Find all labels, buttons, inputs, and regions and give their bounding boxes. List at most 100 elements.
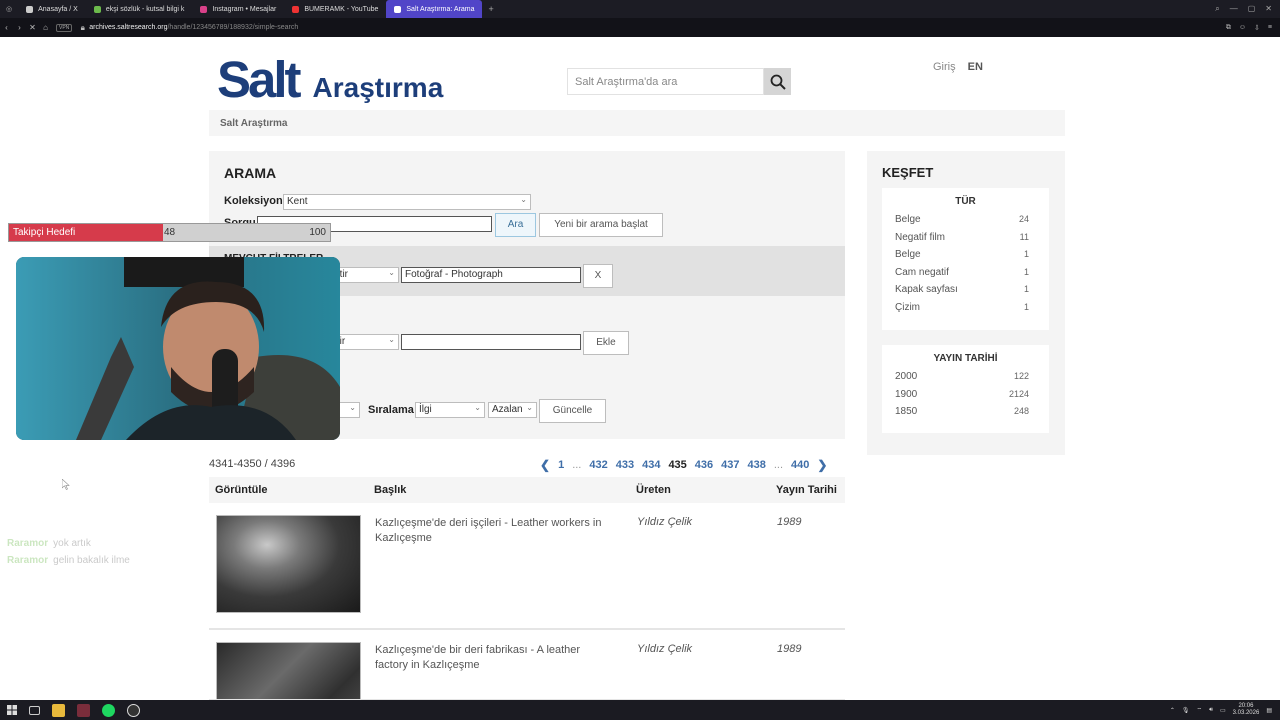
facet-item[interactable]: Kapak sayfası 1 xyxy=(882,284,1049,302)
network-icon[interactable]: ⌔ xyxy=(1197,706,1203,714)
download-icon[interactable]: ⇩ xyxy=(1254,24,1260,32)
search-title: ARAMA xyxy=(224,165,277,181)
facet-item[interactable]: Belge 24 xyxy=(882,214,1049,232)
type-facet: TÜR Belge 24 Negatif film 11 Belge 1 Cam ne… xyxy=(882,188,1049,330)
page-link[interactable]: 438 xyxy=(748,459,766,471)
pagination: ❮ 1 ... 432 433 434 435 436 437 438 ... … xyxy=(540,458,827,472)
add-filter-value-input[interactable] xyxy=(401,334,581,350)
home-icon[interactable]: ⌂ xyxy=(39,23,52,32)
collection-label: Koleksiyon xyxy=(224,195,283,207)
page-link[interactable]: 434 xyxy=(642,459,660,471)
page-link[interactable]: 432 xyxy=(589,459,607,471)
page-ellipsis: ... xyxy=(572,459,582,471)
back-icon[interactable]: ‹ xyxy=(0,23,13,32)
new-tab-button[interactable]: + xyxy=(482,4,499,14)
volume-icon[interactable]: 🔊︎ xyxy=(1209,707,1213,714)
tab-salt[interactable]: Salt Araştırma: Arama xyxy=(386,0,483,18)
reload-icon[interactable]: ✕ xyxy=(26,23,39,32)
browser-menu-icon[interactable]: ◎ xyxy=(0,5,18,13)
profile-icon[interactable]: ☺ xyxy=(1239,24,1246,32)
page-link[interactable]: 440 xyxy=(791,459,809,471)
menu-icon[interactable]: ≡ xyxy=(1268,24,1272,32)
site-search-input[interactable]: Salt Araştırma'da ara xyxy=(567,68,764,95)
result-title-link[interactable]: Kazlıçeşme'de bir deri fabrikası - A lea… xyxy=(375,643,605,673)
sort-order-select[interactable]: Azalan ⌄ xyxy=(488,402,537,418)
col-date: Yayın Tarihi xyxy=(776,484,837,496)
minimize-icon[interactable]: — xyxy=(1230,4,1238,14)
page-link[interactable]: 436 xyxy=(695,459,713,471)
page-link[interactable]: 437 xyxy=(721,459,739,471)
result-creator: Yıldız Çelik xyxy=(637,516,693,528)
chevron-down-icon: ⌄ xyxy=(526,403,533,412)
result-thumbnail[interactable] xyxy=(216,642,361,699)
tab-youtube[interactable]: BUMERAMK - YouTube xyxy=(284,0,386,18)
page-link[interactable]: 433 xyxy=(616,459,634,471)
browser-tab-bar: ◎ Anasayfa / X ekşi sözlük - kutsal bilg… xyxy=(0,0,1280,18)
page-link[interactable]: 1 xyxy=(558,459,564,471)
search-button[interactable]: Ara xyxy=(495,213,536,237)
browser-taskbar-icon[interactable] xyxy=(77,703,90,717)
maximize-icon[interactable]: ▢ xyxy=(1248,4,1256,14)
vpn-badge[interactable]: VPN xyxy=(56,23,73,32)
chat-message: Raramor gelin bakalık ilme xyxy=(7,555,130,566)
youtube-icon xyxy=(292,5,300,13)
facet-item[interactable]: Negatif film 11 xyxy=(882,232,1049,250)
lock-icon: 🔒︎ xyxy=(80,22,85,32)
remove-filter-button[interactable]: X xyxy=(583,264,613,288)
salt-logo[interactable]: Salt Araştırma xyxy=(217,54,443,105)
add-filter-button[interactable]: Ekle xyxy=(583,331,629,355)
facet-item[interactable]: Çizim 1 xyxy=(882,302,1049,320)
battery-icon[interactable]: ▭ xyxy=(1220,707,1226,714)
breadcrumb-home[interactable]: Salt Araştırma xyxy=(220,118,287,129)
col-title: Başlık xyxy=(374,484,407,496)
facet-item[interactable]: 2000 122 xyxy=(882,371,1049,389)
windows-start-icon[interactable] xyxy=(7,705,17,715)
tab-x[interactable]: Anasayfa / X xyxy=(18,0,86,18)
spotify-icon[interactable] xyxy=(102,703,115,717)
follower-goal-current: 48 xyxy=(164,227,176,238)
site-search-button[interactable] xyxy=(764,68,791,95)
prev-page-icon[interactable]: ❮ xyxy=(540,458,550,472)
chevron-down-icon: ⌄ xyxy=(520,195,527,204)
facet-item[interactable]: Belge 1 xyxy=(882,249,1049,267)
col-view: Görüntüle xyxy=(215,484,268,496)
tray-chevron-icon[interactable]: ⌃ xyxy=(1170,707,1175,714)
forward-icon[interactable]: › xyxy=(13,23,26,32)
file-explorer-icon[interactable] xyxy=(52,703,65,717)
facet-item[interactable]: 1900 2124 xyxy=(882,389,1049,407)
x-icon xyxy=(26,5,34,13)
close-icon[interactable]: ✕ xyxy=(1265,4,1272,14)
search-icon xyxy=(770,74,786,90)
url-field[interactable]: archives.saltresearch.org/handle/1234567… xyxy=(89,24,298,31)
results-table-header: Görüntüle Başlık Üreten Yayın Tarihi xyxy=(209,477,845,503)
chat-message: Raramor yok artık xyxy=(7,538,91,549)
table-row: Kazlıçeşme'de bir deri fabrikası - A lea… xyxy=(209,629,845,700)
tab-eksi[interactable]: ekşi sözlük - kutsal bilgi k xyxy=(86,0,193,18)
discover-title: KEŞFET xyxy=(882,165,934,180)
search-tabs-icon[interactable]: ⌕ xyxy=(1215,4,1219,14)
language-link[interactable]: EN xyxy=(968,61,983,73)
top-links: Giriş EN xyxy=(933,61,983,73)
result-creator: Yıldız Çelik xyxy=(637,643,693,655)
facet-item[interactable]: Cam negatif 1 xyxy=(882,267,1049,285)
sort-by-select[interactable]: İlgi ⌄ xyxy=(415,402,485,418)
webcam-feed xyxy=(16,257,340,440)
tab-instagram[interactable]: Instagram • Mesajlar xyxy=(192,0,284,18)
result-title-link[interactable]: Kazlıçeşme'de deri işçileri - Leather wo… xyxy=(375,516,605,546)
login-link[interactable]: Giriş xyxy=(933,61,956,73)
follower-goal-bar: Takipçi Hedefi 48 100 xyxy=(8,223,331,242)
collection-select[interactable]: Kent ⌄ xyxy=(283,194,531,210)
result-thumbnail[interactable] xyxy=(216,515,361,613)
obs-icon[interactable] xyxy=(127,703,140,717)
notifications-icon[interactable]: ▤ xyxy=(1266,707,1272,714)
update-button[interactable]: Güncelle xyxy=(539,399,606,423)
clock[interactable]: 20:06 3.03.2026 xyxy=(1233,703,1260,717)
follower-goal-label: Takipçi Hedefi xyxy=(13,227,76,238)
task-view-icon[interactable] xyxy=(29,705,40,715)
extensions-icon[interactable]: ⧉ xyxy=(1226,24,1231,32)
filter-value-input[interactable]: Fotoğraf - Photograph xyxy=(401,267,581,283)
microphone-icon[interactable]: 🎙︎ xyxy=(1182,707,1190,714)
new-search-button[interactable]: Yeni bir arama başlat xyxy=(539,213,663,237)
next-page-icon[interactable]: ❯ xyxy=(817,458,827,472)
facet-item[interactable]: 1850 248 xyxy=(882,406,1049,424)
